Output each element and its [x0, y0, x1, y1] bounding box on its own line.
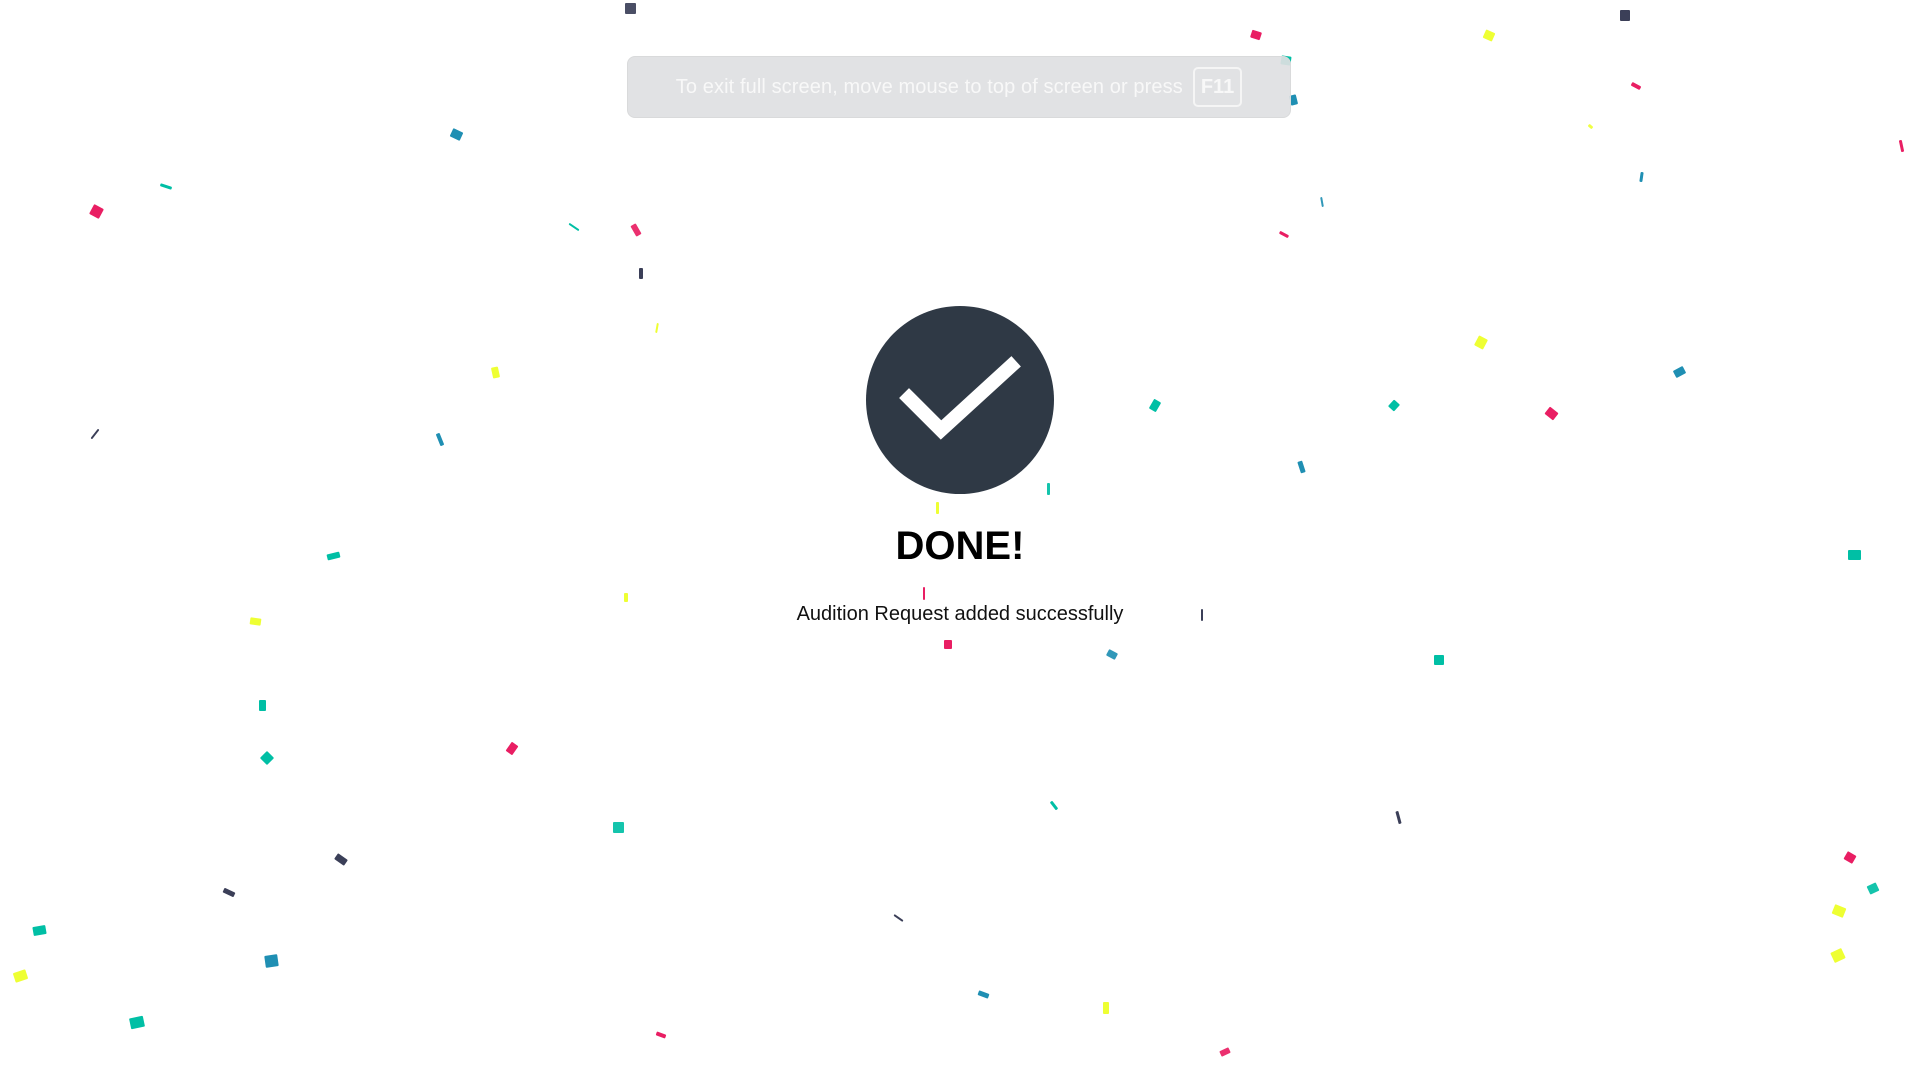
confetti-piece — [1297, 460, 1306, 474]
confetti-piece — [655, 322, 659, 334]
confetti-piece — [249, 617, 262, 626]
confetti-piece — [1544, 406, 1559, 421]
confetti-piece — [449, 128, 464, 141]
confetti-piece — [613, 822, 624, 833]
confetti-piece — [977, 990, 990, 999]
confetti-piece — [89, 204, 104, 219]
confetti-piece — [1848, 550, 1861, 560]
confetti-piece — [639, 268, 643, 279]
confetti-piece — [505, 741, 519, 756]
confetti-piece — [159, 183, 173, 190]
confetti-piece — [334, 853, 348, 866]
f11-key-badge: F11 — [1192, 67, 1243, 107]
confetti-piece — [1219, 1047, 1231, 1057]
confetti-piece — [1620, 10, 1630, 21]
success-message: Audition Request added successfully — [796, 603, 1124, 625]
confetti-piece — [625, 3, 636, 14]
confetti-piece — [1388, 399, 1400, 412]
confetti-piece — [1103, 1002, 1109, 1014]
confetti-piece — [630, 223, 642, 237]
confetti-piece — [1395, 810, 1402, 825]
success-dialog: DONE! Audition Request added successfull… — [760, 306, 1160, 626]
confetti-piece — [32, 924, 47, 937]
confetti-piece — [1434, 655, 1444, 665]
confetti-piece — [1049, 800, 1059, 811]
confetti-piece — [1105, 649, 1119, 660]
confetti-piece — [326, 551, 341, 561]
confetti-piece — [222, 887, 236, 898]
confetti-piece — [435, 432, 445, 447]
checkmark-icon — [899, 356, 1021, 440]
confetti-piece — [1672, 365, 1687, 379]
confetti-piece — [1482, 29, 1496, 42]
success-check-circle — [866, 306, 1054, 494]
confetti-piece — [1250, 29, 1262, 41]
confetti-piece — [1866, 882, 1880, 895]
success-page: To exit full screen, move mouse to top o… — [0, 0, 1920, 1080]
fullscreen-exit-notice: To exit full screen, move mouse to top o… — [627, 56, 1291, 118]
confetti-piece — [1474, 335, 1488, 350]
confetti-piece — [259, 750, 275, 766]
confetti-piece — [129, 1015, 145, 1030]
confetti-piece — [1320, 196, 1324, 208]
confetti-piece — [1831, 904, 1847, 918]
success-title: DONE! — [895, 524, 1025, 568]
confetti-piece — [944, 640, 952, 649]
confetti-piece — [12, 969, 29, 983]
fullscreen-exit-text: To exit full screen, move mouse to top o… — [675, 75, 1183, 98]
confetti-piece — [1587, 123, 1594, 130]
confetti-piece — [264, 954, 279, 968]
confetti-piece — [90, 428, 100, 440]
confetti-piece — [490, 366, 501, 379]
confetti-piece — [893, 914, 904, 922]
confetti-piece — [624, 593, 628, 602]
confetti-piece — [1278, 230, 1290, 239]
confetti-piece — [1639, 171, 1644, 183]
confetti-piece — [1201, 609, 1203, 621]
confetti-piece — [259, 700, 266, 711]
confetti-piece — [1830, 947, 1846, 964]
confetti-piece — [655, 1031, 667, 1039]
confetti-piece — [1898, 139, 1905, 153]
confetti-piece — [1843, 851, 1857, 864]
confetti-piece — [1630, 81, 1642, 91]
confetti-piece — [568, 222, 580, 232]
